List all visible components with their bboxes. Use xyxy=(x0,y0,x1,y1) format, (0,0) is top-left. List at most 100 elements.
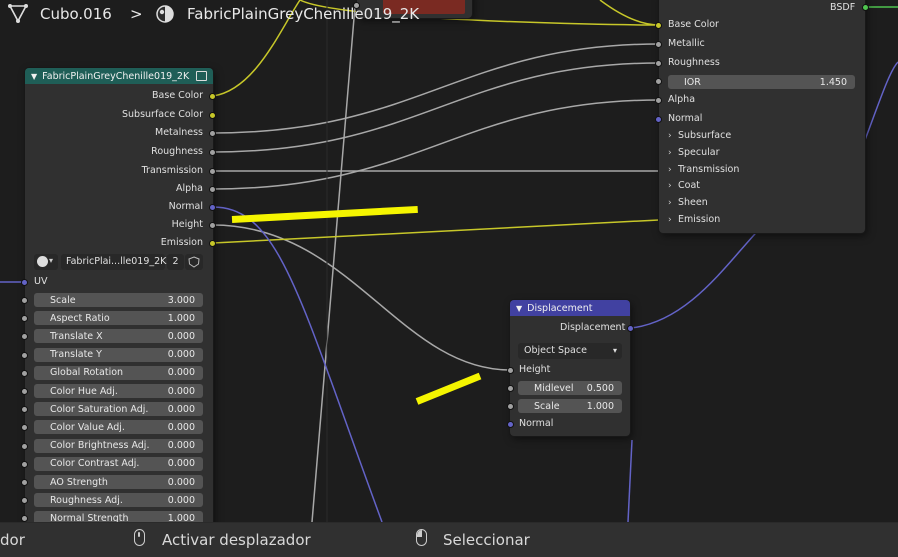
param-label: Aspect Ratio xyxy=(50,312,110,324)
normal-input-socket[interactable] xyxy=(507,421,514,428)
texture-node-header[interactable]: ▼ FabricPlainGreyChenille019_2K xyxy=(25,68,213,84)
param-socket[interactable] xyxy=(21,515,28,522)
param-socket[interactable] xyxy=(21,297,28,304)
bsdf-output-label: BSDF xyxy=(830,2,856,13)
param-value: 0.000 xyxy=(167,458,195,470)
texture-output-socket[interactable] xyxy=(209,222,216,229)
fake-user-shield-icon[interactable] xyxy=(185,254,203,270)
scale-field[interactable]: Scale 1.000 xyxy=(518,399,622,413)
param-field[interactable]: Color Contrast Adj. 0.000 xyxy=(34,456,203,471)
material-icon xyxy=(156,5,174,23)
bsdf-input-socket[interactable] xyxy=(655,41,662,48)
param-field[interactable]: Scale 3.000 xyxy=(34,293,203,307)
texture-output-socket[interactable] xyxy=(209,168,216,175)
status-left-text: dor xyxy=(0,531,25,549)
param-socket[interactable] xyxy=(21,479,28,486)
midlevel-label: Midlevel xyxy=(534,382,574,394)
bsdf-input-label: Base Color xyxy=(668,19,719,30)
bsdf-output-socket[interactable] xyxy=(862,4,869,11)
ior-field[interactable]: IOR 1.450 xyxy=(668,75,855,89)
param-field[interactable]: Color Value Adj. 0.000 xyxy=(34,420,203,435)
breadcrumb-material[interactable]: FabricPlainGreyChenille019_2K xyxy=(187,5,419,23)
bsdf-input-socket[interactable] xyxy=(655,116,662,123)
chevron-down-icon[interactable]: ▼ xyxy=(31,72,37,81)
chevron-right-icon: › xyxy=(668,181,672,192)
bsdf-input-label: Roughness xyxy=(668,57,720,68)
param-field[interactable]: Color Saturation Adj. 0.000 xyxy=(34,402,203,417)
param-field[interactable]: AO Strength 0.000 xyxy=(34,475,203,489)
bsdf-input-socket[interactable] xyxy=(655,22,662,29)
param-socket[interactable] xyxy=(21,369,28,377)
param-label: AO Strength xyxy=(50,476,108,488)
texture-output-label: Roughness xyxy=(151,146,203,157)
bsdf-input-socket[interactable] xyxy=(655,97,662,104)
texture-output-label: Metalness xyxy=(155,127,203,138)
node-group-icon[interactable] xyxy=(196,71,207,81)
param-field[interactable]: Translate X 0.000 xyxy=(34,329,203,344)
scale-label: Scale xyxy=(534,400,560,412)
param-label: Color Contrast Adj. xyxy=(50,458,140,470)
displacement-title: Displacement xyxy=(527,302,593,314)
param-value: 1.000 xyxy=(167,312,195,324)
node-editor-canvas[interactable]: Cubo.016 > FabricPlainGreyChenille019_2K… xyxy=(0,0,898,522)
param-field[interactable]: Normal Strength 1.000 xyxy=(34,511,203,522)
param-socket[interactable] xyxy=(21,460,28,468)
bsdf-panel-label: Emission xyxy=(678,214,721,225)
user-count[interactable]: 2 xyxy=(167,254,184,270)
bsdf-panel-coat[interactable]: › Coat xyxy=(668,180,700,191)
param-socket[interactable] xyxy=(21,388,28,395)
bsdf-panel-transmission[interactable]: › Transmission xyxy=(668,164,739,175)
space-dropdown[interactable]: Object Space ▾ xyxy=(518,343,622,359)
texture-output-socket[interactable] xyxy=(209,240,216,247)
chevron-right-icon: › xyxy=(668,215,672,225)
bsdf-panel-emission[interactable]: › Emission xyxy=(668,214,720,225)
texture-output-label: Transmission xyxy=(141,165,203,176)
param-field[interactable]: Global Rotation 0.000 xyxy=(34,365,203,380)
displacement-header[interactable]: ▼ Displacement xyxy=(510,300,630,316)
bsdf-panel-subsurface[interactable]: › Subsurface xyxy=(668,130,731,141)
bsdf-panel-label: Sheen xyxy=(678,197,708,209)
displacement-output-label: Displacement xyxy=(560,322,626,333)
displacement-output-socket[interactable] xyxy=(627,325,634,332)
param-socket[interactable] xyxy=(21,351,28,359)
uv-input-socket[interactable] xyxy=(21,279,28,286)
link-normal xyxy=(212,206,383,522)
bsdf-panel-specular[interactable]: › Specular xyxy=(668,147,720,158)
param-field[interactable]: Color Hue Adj. 0.000 xyxy=(34,384,203,398)
param-label: Normal Strength xyxy=(50,512,129,522)
datablock-name-field[interactable]: FabricPlai...lle019_2K xyxy=(61,254,166,270)
param-field[interactable]: Translate Y 0.000 xyxy=(34,347,203,362)
midlevel-field[interactable]: Midlevel 0.500 xyxy=(518,381,622,395)
bsdf-panel-label: Coat xyxy=(678,180,700,192)
texture-output-socket[interactable] xyxy=(209,93,216,100)
mouse-left-icon xyxy=(416,529,427,546)
breadcrumb-object[interactable]: Cubo.016 xyxy=(40,5,112,23)
param-value: 0.000 xyxy=(167,330,195,342)
texture-output-socket[interactable] xyxy=(209,204,216,211)
texture-output-socket[interactable] xyxy=(209,130,216,137)
material-browse-icon[interactable]: ▾ xyxy=(34,254,58,270)
status-middle-text: Activar desplazador xyxy=(162,531,311,549)
chevron-down-icon: ▾ xyxy=(612,346,617,355)
texture-output-label: Normal xyxy=(168,201,203,212)
texture-output-socket[interactable] xyxy=(209,186,216,193)
height-input-socket[interactable] xyxy=(507,367,514,374)
link-metalness xyxy=(212,43,660,134)
param-field[interactable]: Roughness Adj. 0.000 xyxy=(34,493,203,508)
param-field[interactable]: Aspect Ratio 1.000 xyxy=(34,311,203,326)
chevron-right-icon: › xyxy=(668,147,672,158)
chevron-down-icon[interactable]: ▼ xyxy=(516,304,522,313)
bsdf-input-socket[interactable] xyxy=(655,60,662,67)
param-socket[interactable] xyxy=(21,442,28,450)
midlevel-socket[interactable] xyxy=(507,385,514,392)
bsdf-panel-sheen[interactable]: › Sheen xyxy=(668,197,708,208)
texture-output-label: Subsurface Color xyxy=(121,109,203,120)
ior-socket[interactable] xyxy=(655,78,662,85)
param-field[interactable]: Color Brightness Adj. 0.000 xyxy=(34,438,203,453)
texture-output-socket[interactable] xyxy=(209,149,216,156)
scale-socket[interactable] xyxy=(507,403,514,410)
texture-output-socket[interactable] xyxy=(209,112,216,119)
link-blue-down xyxy=(627,439,633,522)
param-label: Global Rotation xyxy=(50,367,124,379)
chevron-right-icon: › xyxy=(668,131,672,141)
